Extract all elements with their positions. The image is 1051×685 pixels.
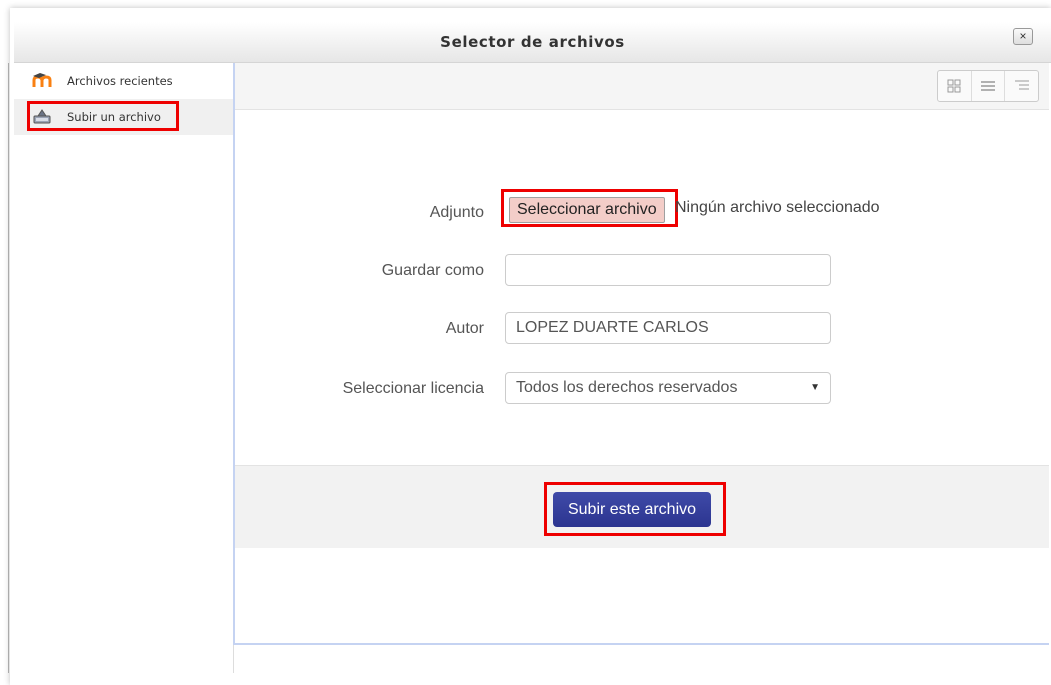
view-switcher — [937, 70, 1039, 102]
dialog-title: Selector de archivos — [440, 33, 625, 51]
save-as-label: Guardar como — [381, 262, 484, 279]
file-toolbar — [235, 63, 1049, 110]
moodle-logo-icon — [32, 72, 52, 88]
no-file-status: Ningún archivo seleccionado — [675, 199, 880, 216]
dropdown-arrow-icon: ▼ — [810, 382, 820, 393]
list-view-icon[interactable] — [972, 71, 1006, 101]
grid-view-icon[interactable] — [938, 71, 972, 101]
upload-file-button[interactable]: Subir este archivo — [553, 492, 711, 527]
form-footer: Subir este archivo — [235, 465, 1049, 548]
license-value: Todos los derechos reservados — [516, 379, 738, 396]
save-as-field[interactable] — [505, 254, 831, 286]
attachment-label: Adjunto — [429, 204, 484, 221]
sidebar-item-label: Archivos recientes — [67, 74, 173, 88]
author-value: LOPEZ DUARTE CARLOS — [516, 319, 709, 336]
dialog-titlebar: Selector de archivos × — [14, 22, 1051, 63]
author-field[interactable]: LOPEZ DUARTE CARLOS — [505, 312, 831, 344]
main-panel: Adjunto Seleccionar archivo Ningún archi… — [233, 63, 1049, 645]
close-button[interactable]: × — [1013, 28, 1033, 45]
sidebar-item-recent-files[interactable]: Archivos recientes — [14, 63, 233, 99]
repository-sidebar: Archivos recientes Subir un archivo — [8, 63, 234, 673]
tree-view-icon[interactable] — [1005, 71, 1038, 101]
highlight-box — [27, 101, 179, 131]
highlight-box — [501, 189, 678, 227]
license-select[interactable]: Todos los derechos reservados ▼ — [505, 372, 831, 404]
license-label: Seleccionar licencia — [342, 380, 484, 397]
author-label: Autor — [445, 320, 484, 337]
